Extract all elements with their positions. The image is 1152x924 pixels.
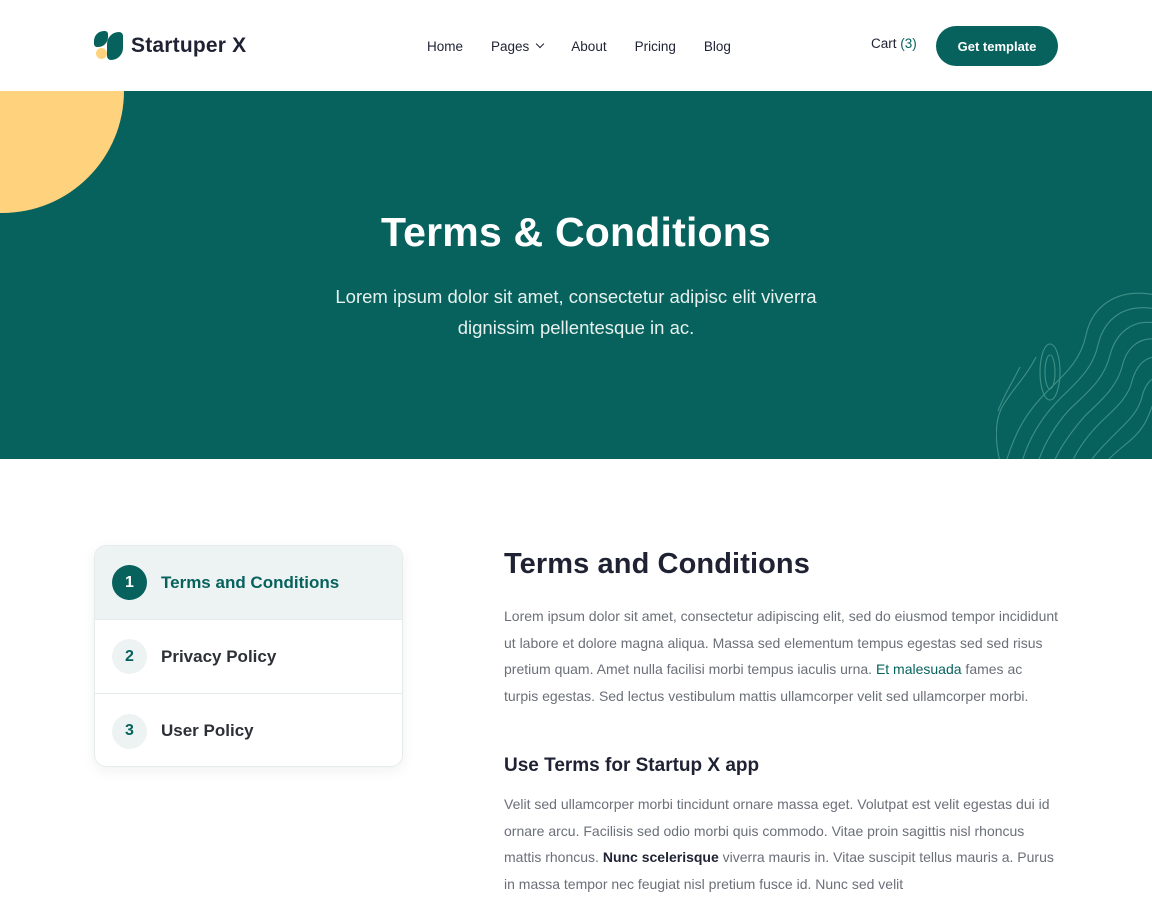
main-nav: Home Pages About Pricing Blog <box>427 36 731 56</box>
get-template-button[interactable]: Get template <box>936 26 1058 66</box>
content-title: Terms and Conditions <box>504 548 810 580</box>
policy-nav-item-user[interactable]: 3 User Policy <box>95 694 402 766</box>
hero-banner: Terms & Conditions Lorem ipsum dolor sit… <box>0 91 1152 459</box>
nav-item-label: Pages <box>491 38 530 54</box>
bold-text: Nunc scelerisque <box>602 849 719 865</box>
policy-nav-label: Terms and Conditions <box>161 572 340 592</box>
step-number-badge: 1 <box>112 565 147 600</box>
section-heading: Use Terms for Startup X app <box>504 755 760 776</box>
nav-item-pages[interactable]: Pages <box>491 38 545 54</box>
cart-label: Cart <box>871 36 897 51</box>
page-title: Terms & Conditions <box>380 209 772 255</box>
cart-link[interactable]: Cart (3) <box>871 36 917 51</box>
step-number-badge: 3 <box>112 713 147 749</box>
nav-item-home[interactable]: Home <box>427 39 463 54</box>
content-paragraph: Velit sed ullamcorper morbi tincidunt or… <box>504 791 1060 897</box>
cart-count-badge: (3) <box>900 36 917 51</box>
step-number-badge: 2 <box>112 639 147 674</box>
nav-item-label: Home <box>427 38 464 54</box>
inline-link[interactable]: Et malesuada <box>876 661 962 677</box>
policy-nav-item-terms[interactable]: 1 Terms and Conditions <box>95 546 402 620</box>
policy-nav: 1 Terms and Conditions 2 Privacy Policy … <box>94 545 403 767</box>
topographic-lines-decoration <box>996 292 1152 459</box>
terms-content: Terms and Conditions Lorem ipsum dolor s… <box>504 548 1060 897</box>
site-header: Startuper X Home Pages About Pricing Blo… <box>0 0 1152 91</box>
brand-name: Startuper X <box>131 34 247 57</box>
policy-nav-label: User Policy <box>161 721 254 740</box>
nav-item-label: Blog <box>703 38 731 54</box>
nav-item-pricing[interactable]: Pricing <box>635 39 676 54</box>
policy-nav-label: Privacy Policy <box>161 646 277 666</box>
nav-item-blog[interactable]: Blog <box>704 39 731 54</box>
policy-nav-item-privacy[interactable]: 2 Privacy Policy <box>95 620 402 694</box>
decorative-circle <box>0 91 124 213</box>
nav-item-label: About <box>571 38 607 54</box>
nav-item-label: Pricing <box>634 38 676 54</box>
nav-item-about[interactable]: About <box>571 39 606 54</box>
chevron-down-icon <box>536 39 545 49</box>
content-paragraph: Lorem ipsum dolor sit amet, consectetur … <box>504 603 1060 709</box>
logo-link[interactable]: Startuper X <box>94 31 246 61</box>
logo-icon <box>94 31 124 61</box>
page-subtitle: Lorem ipsum dolor sit amet, consectetur … <box>335 286 817 338</box>
